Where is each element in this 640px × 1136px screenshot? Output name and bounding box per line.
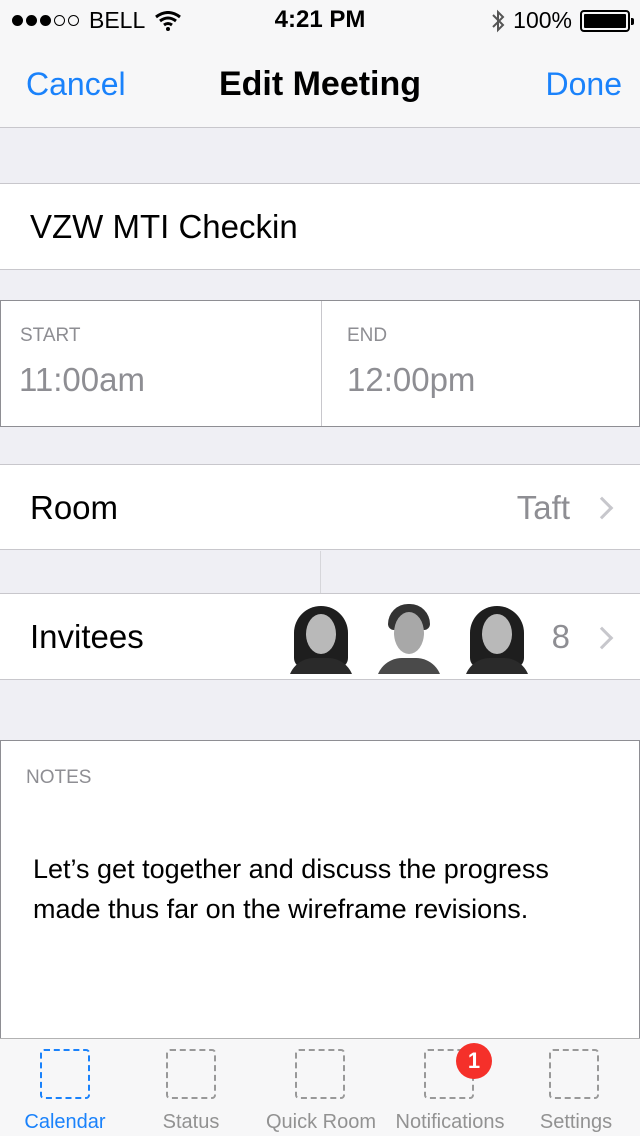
status-icon [166,1049,216,1099]
tab-status[interactable]: Status [130,1039,252,1136]
avatar [284,600,358,674]
invitees-label: Invitees [30,618,144,655]
end-value: 12:00pm [347,361,476,398]
notification-badge: 1 [456,1043,492,1079]
start-label: START [20,325,81,346]
end-label: END [347,325,388,346]
battery-icon [580,9,634,32]
end-time-field[interactable]: END 12:00pm [321,301,640,426]
tab-bar: Calendar Status Quick Room 1 Notificatio… [0,1038,640,1136]
start-time-field[interactable]: START 11:00am [1,301,320,426]
tab-label: Quick Room [265,1111,377,1133]
navigation-bar: Cancel Edit Meeting Done [0,40,640,128]
status-bar: BELL 4:21 PM 100% [0,0,640,40]
tab-settings[interactable]: Settings [516,1039,636,1136]
invitee-avatars [284,600,534,674]
tab-notifications[interactable]: 1 Notifications [388,1039,512,1136]
notes-field[interactable]: NOTES Let’s get together and discuss the… [0,740,640,1040]
notes-text: Let’s get together and discuss the progr… [33,854,549,924]
battery-percent: 100% [513,7,572,33]
tab-label: Calendar [24,1111,106,1133]
invitees-row[interactable]: Invitees 8 [0,593,640,680]
page-title: Edit Meeting [218,65,422,103]
avatar [372,600,446,674]
chevron-right-icon [590,496,614,520]
bluetooth-icon [492,9,505,32]
tab-label: Settings [539,1111,613,1133]
start-value: 11:00am [19,361,145,398]
calendar-icon [40,1049,90,1099]
room-label: Room [30,489,119,526]
quick-room-icon [295,1049,345,1099]
done-button[interactable]: Done [546,66,623,103]
tab-calendar[interactable]: Calendar [0,1039,130,1136]
meeting-title-field[interactable]: VZW MTI Checkin [0,183,640,270]
avatar [460,600,534,674]
chevron-right-icon [590,626,614,650]
tab-label: Status [162,1111,220,1133]
room-row[interactable]: Room Taft [0,464,640,550]
divider [320,551,321,593]
notes-label: NOTES [26,767,92,788]
tab-label: Notifications [395,1111,505,1133]
battery-area: 100% [491,7,634,34]
tab-quick-room[interactable]: Quick Room [258,1039,384,1136]
settings-icon [549,1049,599,1099]
invitees-count: 8 [551,618,570,655]
meeting-title-text: VZW MTI Checkin [30,208,298,245]
time-range: START 11:00am END 12:00pm [0,300,640,427]
room-value: Taft [516,489,570,526]
